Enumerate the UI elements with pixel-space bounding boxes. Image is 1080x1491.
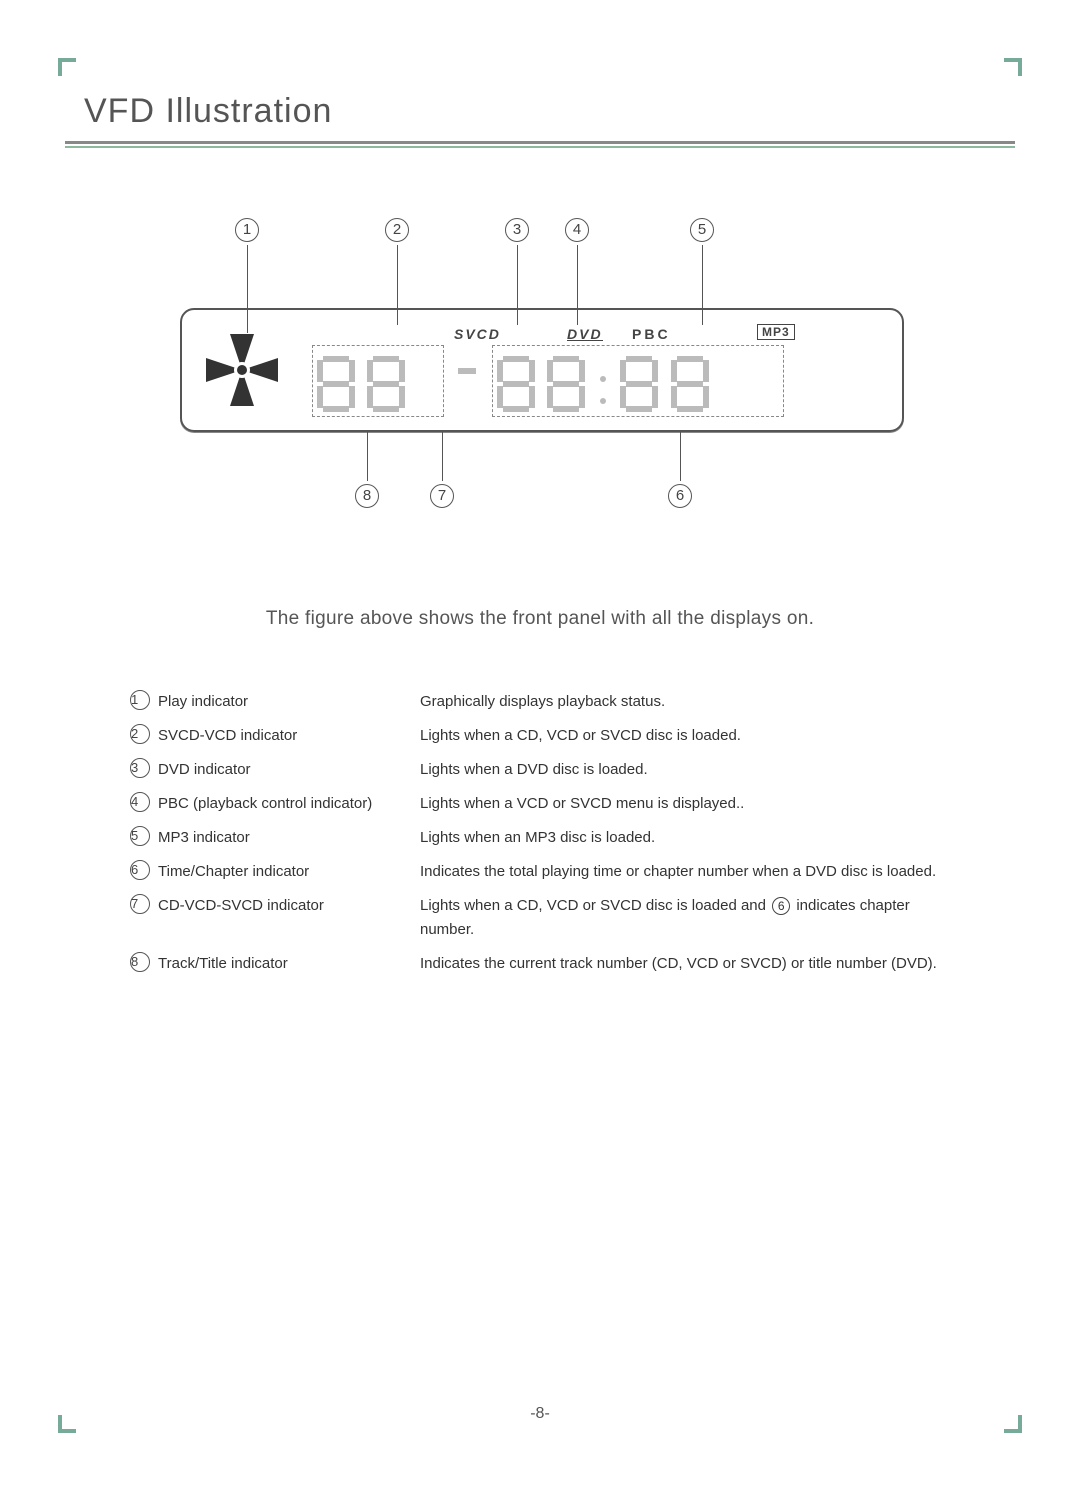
legend-desc: Lights when a VCD or SVCD menu is displa…	[420, 792, 950, 816]
divider-accent	[65, 146, 1015, 148]
dash-icon	[458, 368, 476, 374]
callout-1: 1	[235, 218, 259, 242]
legend-number: 1	[130, 690, 150, 710]
legend-row: 7 CD-VCD-SVCD indicator Lights when a CD, …	[130, 894, 950, 942]
seven-segment-icon	[497, 356, 535, 412]
callout-7: 7	[430, 484, 454, 508]
legend-row: 1 Play indicator Graphically displays play…	[130, 690, 950, 714]
callout-2: 2	[385, 218, 409, 242]
seven-segment-icon	[367, 356, 405, 412]
callout-3: 3	[505, 218, 529, 242]
callout-8: 8	[355, 484, 379, 508]
legend-number: 4	[130, 792, 150, 812]
time-chapter-box	[492, 345, 784, 417]
seven-segment-icon	[620, 356, 658, 412]
legend-desc: Lights when a CD, VCD or SVCD disc is lo…	[420, 724, 950, 748]
seven-segment-icon	[671, 356, 709, 412]
callout-4: 4	[565, 218, 589, 242]
play-spinner-icon	[202, 330, 282, 410]
legend-number: 8	[130, 952, 150, 972]
corner-icon	[58, 58, 76, 76]
legend-number: 7	[130, 894, 150, 914]
legend-desc: Lights when a CD, VCD or SVCD disc is lo…	[420, 894, 950, 942]
legend-name: Play indicator	[158, 690, 248, 714]
legend-number: 5	[130, 826, 150, 846]
page-number: -8-	[60, 1405, 1020, 1423]
diagram-caption: The figure above shows the front panel w…	[60, 608, 1020, 630]
legend-name: CD-VCD-SVCD indicator	[158, 894, 324, 918]
svcd-label: SVCD	[454, 326, 501, 342]
seven-segment-icon	[317, 356, 355, 412]
legend-row: 2 SVCD-VCD indicator Lights when a CD, VCD…	[130, 724, 950, 748]
legend-number: 3	[130, 758, 150, 778]
legend-name: MP3 indicator	[158, 826, 250, 850]
mp3-label: MP3	[757, 324, 795, 340]
legend-table: 1 Play indicator Graphically displays play…	[130, 690, 950, 976]
callout-5: 5	[690, 218, 714, 242]
legend-name: Track/Title indicator	[158, 952, 288, 976]
legend-desc: Indicates the total playing time or chap…	[420, 860, 950, 884]
track-title-box	[312, 345, 444, 417]
inline-ref: 6	[772, 897, 790, 915]
callout-6: 6	[668, 484, 692, 508]
legend-name: PBC (playback control indicator)	[158, 792, 372, 816]
legend-number: 2	[130, 724, 150, 744]
colon-icon	[598, 362, 608, 418]
seven-segment-icon	[547, 356, 585, 412]
legend-row: 3 DVD indicator Lights when a DVD disc is …	[130, 758, 950, 782]
corner-icon	[1004, 58, 1022, 76]
legend-row: 4 PBC (playback control indicator) Lights …	[130, 792, 950, 816]
legend-desc: Lights when an MP3 disc is loaded.	[420, 826, 950, 850]
legend-desc: Graphically displays playback status.	[420, 690, 950, 714]
legend-name: DVD indicator	[158, 758, 251, 782]
vfd-panel: SVCD DVD PBC MP3	[180, 308, 904, 432]
legend-row: 6 Time/Chapter indicator Indicates the tot…	[130, 860, 950, 884]
legend-desc: Indicates the current track number (CD, …	[420, 952, 950, 976]
divider	[65, 141, 1015, 144]
legend-name: SVCD-VCD indicator	[158, 724, 297, 748]
legend-desc: Lights when a DVD disc is loaded.	[420, 758, 950, 782]
legend-number: 6	[130, 860, 150, 880]
page-frame: VFD Illustration 1 2 3 4 5	[60, 60, 1020, 1431]
pbc-label: PBC	[632, 326, 671, 342]
vfd-diagram: 1 2 3 4 5	[130, 218, 950, 548]
legend-row: 8 Track/Title indicator Indicates the curr…	[130, 952, 950, 976]
legend-name: Time/Chapter indicator	[158, 860, 309, 884]
dvd-label: DVD	[567, 326, 603, 342]
page-title: VFD Illustration	[84, 92, 1020, 131]
legend-row: 5 MP3 indicator Lights when an MP3 disc is…	[130, 826, 950, 850]
